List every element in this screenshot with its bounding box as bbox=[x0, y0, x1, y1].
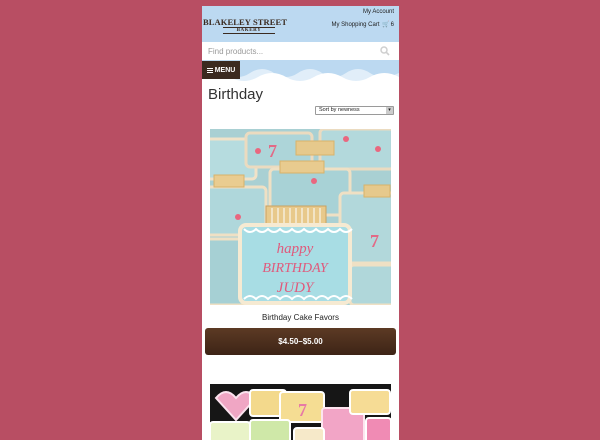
product-name[interactable]: Birthday Cake Favors bbox=[202, 313, 399, 322]
search-icon[interactable] bbox=[380, 46, 390, 56]
page-title: Birthday bbox=[208, 86, 264, 103]
product-price-button[interactable]: $4.50–$5.00 bbox=[205, 328, 396, 355]
product-image[interactable]: 7 7 happy BIRTHDAY JUDY bbox=[210, 129, 391, 305]
logo-line1: BLAKELEY STREET bbox=[203, 17, 288, 27]
cart-label: My Shopping Cart bbox=[331, 22, 380, 28]
search-bar bbox=[202, 42, 399, 61]
menu-label: MENU bbox=[214, 66, 236, 74]
product-image-2[interactable]: 7 bbox=[210, 384, 391, 440]
menu-button[interactable]: MENU bbox=[202, 61, 240, 79]
svg-text:7: 7 bbox=[298, 400, 307, 420]
site-header: BLAKELEY STREET BAKERY My Account My Sho… bbox=[202, 6, 399, 42]
chevron-down-icon: ▾ bbox=[386, 107, 393, 114]
logo-line2: BAKERY bbox=[223, 27, 275, 34]
cookies-photo-2: 7 bbox=[210, 384, 391, 440]
sort-select[interactable]: Sort by newness ▾ bbox=[315, 106, 394, 115]
my-account-link[interactable]: My Account bbox=[363, 9, 394, 15]
hamburger-icon bbox=[206, 67, 213, 74]
shopping-cart-link[interactable]: My Shopping Cart 🛒6 bbox=[331, 21, 394, 28]
search-input[interactable] bbox=[208, 45, 368, 57]
sort-selected-value: Sort by newness bbox=[319, 107, 360, 113]
svg-text:7: 7 bbox=[370, 231, 379, 251]
cart-count: 6 bbox=[390, 22, 394, 28]
cookie-text-name: JUDY bbox=[277, 280, 315, 296]
cookie-text-happy: happy bbox=[277, 241, 314, 257]
cart-icon: 🛒 bbox=[382, 22, 390, 28]
cookie-text-birthday: BIRTHDAY bbox=[262, 261, 330, 276]
mobile-viewport: BLAKELEY STREET BAKERY My Account My Sho… bbox=[202, 6, 399, 440]
candle-number-7: 7 bbox=[268, 141, 277, 161]
bakery-logo[interactable]: BLAKELEY STREET BAKERY bbox=[203, 18, 295, 34]
birthday-cookies-photo: 7 7 happy BIRTHDAY JUDY bbox=[210, 129, 391, 305]
